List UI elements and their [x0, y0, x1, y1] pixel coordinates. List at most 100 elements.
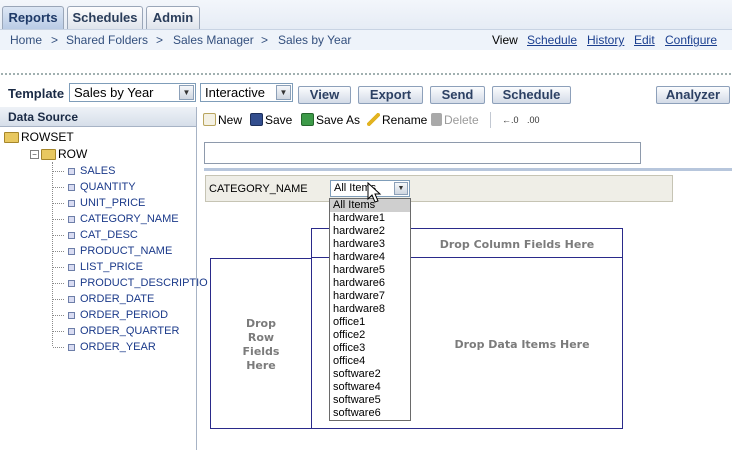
filter-input[interactable] — [204, 142, 641, 164]
breadcrumb-separator: > — [156, 33, 164, 47]
export-button[interactable]: Export — [358, 86, 423, 104]
dropdown-option[interactable]: software5 — [330, 394, 410, 407]
field-icon — [68, 327, 75, 335]
trash-icon — [431, 113, 442, 126]
template-select[interactable]: Sales by Year ▼ — [69, 83, 196, 102]
tree-field-item[interactable]: ORDER_YEAR — [53, 340, 156, 354]
collapse-icon[interactable]: − — [30, 150, 39, 160]
tree-field-label: ORDER_QUARTER — [80, 325, 180, 337]
tree-root[interactable]: ROWSET — [4, 130, 74, 144]
dropdown-option[interactable]: office4 — [330, 355, 410, 368]
data-source-header: Data Source — [0, 107, 196, 127]
schedule-link[interactable]: Schedule — [527, 30, 577, 50]
tree-connector — [53, 219, 64, 220]
dropdown-option[interactable]: software4 — [330, 381, 410, 394]
pencil-icon — [367, 113, 380, 126]
tree-field-item[interactable]: UNIT_PRICE — [53, 196, 145, 210]
tree-field-item[interactable]: PRODUCT_DESCRIPTIO — [53, 276, 208, 290]
breadcrumb-separator: > — [261, 33, 269, 47]
dropdown-option[interactable]: office1 — [330, 316, 410, 329]
tree-field-label: PRODUCT_DESCRIPTIO — [80, 277, 208, 289]
save-label: Save — [265, 113, 293, 127]
chevron-down-icon: ▼ — [276, 85, 291, 100]
field-icon — [68, 295, 75, 303]
breadcrumb-home[interactable]: Home — [10, 30, 42, 50]
dotted-divider — [0, 72, 732, 76]
configure-link[interactable]: Configure — [665, 30, 717, 50]
tree-connector — [53, 331, 64, 332]
decrease-decimal-button[interactable]: ←.0 — [502, 112, 519, 128]
delete-label: Delete — [444, 113, 479, 127]
breadcrumb-sales-by-year[interactable]: Sales by Year — [278, 30, 351, 50]
increase-decimal-button[interactable]: .00 — [527, 112, 540, 128]
tree-field-item[interactable]: SALES — [53, 164, 116, 178]
schedule-button[interactable]: Schedule — [492, 86, 571, 104]
dropdown-option[interactable]: hardware3 — [330, 238, 410, 251]
mode-select[interactable]: Interactive ▼ — [200, 83, 293, 102]
delete-button[interactable]: Delete — [431, 112, 479, 128]
save-button[interactable]: Save — [250, 112, 292, 128]
tab-schedules[interactable]: Schedules — [67, 6, 143, 29]
tree-connector — [52, 162, 53, 346]
tree-connector — [53, 347, 64, 348]
breadcrumb-sales-manager[interactable]: Sales Manager — [173, 30, 254, 50]
tree-connector — [53, 315, 64, 316]
rename-label: Rename — [382, 113, 428, 127]
field-icon — [68, 183, 75, 191]
template-toolbar: Template Sales by Year ▼ Interactive ▼ V… — [0, 80, 732, 106]
template-label: Template — [8, 86, 65, 101]
dropdown-option[interactable]: office2 — [330, 329, 410, 342]
tree-field-item[interactable]: ORDER_QUARTER — [53, 324, 180, 338]
field-icon — [68, 215, 75, 223]
save-as-button[interactable]: Save As — [301, 112, 360, 128]
breadcrumb-shared-folders[interactable]: Shared Folders — [66, 30, 148, 50]
row-drop-label-line: Row — [247, 331, 275, 344]
tree-field-label: ORDER_YEAR — [80, 341, 156, 353]
dropdown-option[interactable]: hardware6 — [330, 277, 410, 290]
dropdown-option[interactable]: software2 — [330, 368, 410, 381]
tree-group[interactable]: − ROW — [30, 147, 87, 161]
field-icon — [68, 311, 75, 319]
view-button[interactable]: View — [298, 86, 351, 104]
tree-field-item[interactable]: CATEGORY_NAME — [53, 212, 179, 226]
history-link[interactable]: History — [587, 30, 624, 50]
chevron-down-icon: ▼ — [394, 182, 408, 195]
dropdown-option[interactable]: hardware5 — [330, 264, 410, 277]
category-name-label: CATEGORY_NAME — [209, 183, 308, 195]
save-as-label: Save As — [316, 113, 361, 127]
save-as-icon — [301, 113, 314, 126]
tree-field-label: CATEGORY_NAME — [80, 213, 179, 225]
section-divider — [204, 168, 732, 171]
dropdown-option[interactable]: hardware2 — [330, 225, 410, 238]
tree-field-item[interactable]: LIST_PRICE — [53, 260, 143, 274]
dropdown-option[interactable]: office3 — [330, 342, 410, 355]
dropdown-option[interactable]: hardware1 — [330, 212, 410, 225]
tree-field-item[interactable]: QUANTITY — [53, 180, 136, 194]
tree-field-label: LIST_PRICE — [80, 261, 143, 273]
field-icon — [68, 263, 75, 271]
dropdown-option[interactable]: hardware4 — [330, 251, 410, 264]
tree-connector — [53, 299, 64, 300]
new-button[interactable]: New — [203, 112, 242, 128]
rename-button[interactable]: Rename — [367, 112, 427, 128]
tree-field-item[interactable]: ORDER_PERIOD — [53, 308, 168, 322]
tree-connector — [53, 187, 64, 188]
tab-reports[interactable]: Reports — [2, 6, 64, 29]
send-button[interactable]: Send — [430, 86, 485, 104]
edit-link[interactable]: Edit — [634, 30, 655, 50]
tree-field-label: ORDER_DATE — [80, 293, 155, 305]
tree-field-item[interactable]: ORDER_DATE — [53, 292, 155, 306]
field-icon — [68, 279, 75, 287]
tree-field-item[interactable]: CAT_DESC — [53, 228, 138, 242]
dropdown-option[interactable]: hardware8 — [330, 303, 410, 316]
row-drop-zone[interactable]: Drop Row Fields Here — [210, 258, 312, 429]
tree-field-item[interactable]: PRODUCT_NAME — [53, 244, 172, 258]
tree-field-label: SALES — [80, 165, 116, 177]
chevron-down-icon: ▼ — [179, 85, 194, 100]
dropdown-option[interactable]: hardware7 — [330, 290, 410, 303]
field-icon — [68, 247, 75, 255]
tree-connector — [53, 267, 64, 268]
analyzer-button[interactable]: Analyzer — [656, 86, 730, 104]
dropdown-option[interactable]: software6 — [330, 407, 410, 420]
tab-admin[interactable]: Admin — [146, 6, 200, 29]
